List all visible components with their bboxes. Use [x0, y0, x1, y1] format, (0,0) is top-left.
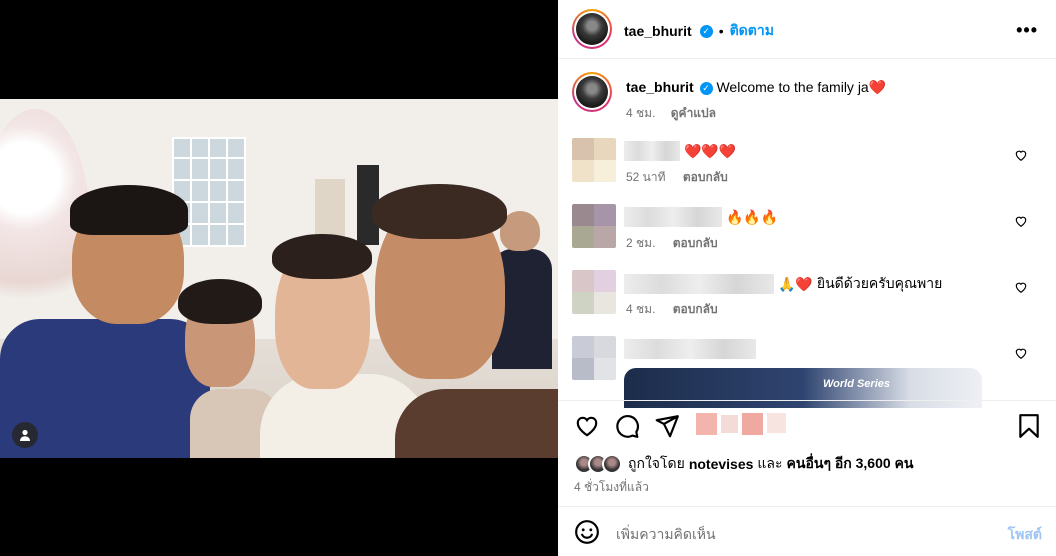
comment-time: 4 ชม.	[626, 302, 656, 316]
reply-button[interactable]: ตอบกลับ	[673, 302, 718, 316]
follow-button[interactable]: ติดตาม	[730, 20, 774, 42]
post-sidebar: tae_bhurit ✓ • ติดตาม ••• tae_bhurit ✓ W…	[558, 0, 1056, 556]
separator-dot: •	[718, 23, 724, 39]
photo-person-4-hair	[372, 184, 507, 239]
comment-time: 52 นาที	[626, 170, 666, 184]
comment-meta: 2 ชม. ตอบกลับ	[626, 234, 718, 253]
comment-username-redacted[interactable]	[624, 274, 774, 294]
translate-link[interactable]: ดูคำแปล	[671, 106, 716, 120]
liker-username[interactable]: notevises	[689, 456, 754, 472]
comment-meta: 4 ชม. ตอบกลับ	[626, 300, 718, 319]
comment-input[interactable]: เพิ่มความคิดเห็น	[616, 524, 716, 546]
liker-avatars[interactable]	[574, 454, 622, 474]
verified-badge-icon: ✓	[699, 24, 713, 38]
comment-text-row: 🔥🔥🔥	[624, 207, 778, 227]
comment-text: ยินดีด้วยครับคุณพาย	[816, 275, 943, 291]
thumbnail-logo: World Series	[822, 378, 890, 390]
reply-button[interactable]: ตอบกลับ	[673, 236, 718, 250]
caption-text: Welcome to the family ja	[716, 79, 869, 95]
caption-text-row: tae_bhurit ✓ Welcome to the family ja❤️	[626, 79, 886, 96]
likes-others[interactable]: คนอื่นๆ อีก 3,600 คน	[787, 453, 914, 475]
post-comment-button[interactable]: โพสต์	[1008, 524, 1042, 546]
comment-avatar[interactable]	[572, 138, 616, 182]
comment-icon[interactable]	[614, 413, 640, 439]
send-icon[interactable]	[654, 413, 680, 439]
smiley-icon[interactable]	[574, 519, 600, 545]
caption-time: 4 ชม.	[626, 106, 656, 120]
comment-text-row	[624, 339, 756, 359]
likes-summary: ถูกใจโดย notevises และ คนอื่นๆ อีก 3,600…	[574, 454, 914, 474]
comment-avatar[interactable]	[572, 336, 616, 380]
post-photo[interactable]	[0, 99, 558, 458]
verified-badge-icon: ✓	[699, 81, 713, 95]
author-avatar[interactable]	[572, 9, 612, 49]
comment-like-icon[interactable]	[1014, 346, 1028, 360]
comment-time: 2 ชม.	[626, 236, 656, 250]
user-icon	[20, 429, 30, 441]
likes-prefix: ถูกใจโดย	[628, 455, 685, 471]
heart-icon[interactable]	[574, 413, 600, 439]
caption-emoji: ❤️	[868, 79, 887, 95]
comment-text-row: 🙏❤️ ยินดีด้วยครับคุณพาย	[624, 273, 942, 295]
photo-person-1-hair	[70, 185, 188, 235]
photo-person-3-hair	[272, 234, 372, 279]
comment-like-icon[interactable]	[1014, 280, 1028, 294]
comment-meta: 52 นาที ตอบกลับ	[626, 168, 728, 187]
post-media	[0, 0, 558, 556]
photo-person-2-hair	[178, 279, 262, 324]
more-options-icon[interactable]: •••	[1016, 20, 1038, 41]
caption-avatar[interactable]	[572, 72, 612, 112]
author-username[interactable]: tae_bhurit	[624, 23, 692, 39]
comment-emoji: 🔥🔥🔥	[726, 208, 779, 225]
tagged-users-button[interactable]	[12, 422, 38, 448]
comment-emoji: 🙏❤️	[778, 275, 813, 292]
comment-username-redacted[interactable]	[624, 339, 756, 359]
comment-avatar[interactable]	[572, 270, 616, 314]
comment-item: 🙏❤️ ยินดีด้วยครับคุณพาย 4 ชม. ตอบกลับ	[572, 270, 1042, 326]
caption-username[interactable]: tae_bhurit	[626, 79, 694, 95]
post-actions	[558, 400, 1056, 450]
comment-item: ❤️❤️❤️ 52 นาที ตอบกลับ	[572, 138, 1042, 194]
redacted-action-area	[696, 413, 786, 439]
post-timestamp[interactable]: 4 ชั่วโมงที่แล้ว	[574, 478, 649, 497]
add-comment-bar: เพิ่มความคิดเห็น โพสต์	[558, 506, 1056, 556]
comment-like-icon[interactable]	[1014, 214, 1028, 228]
comment-username-redacted[interactable]	[624, 207, 722, 227]
comment-username-redacted[interactable]	[624, 141, 680, 161]
comment-text-row: ❤️❤️❤️	[624, 141, 736, 161]
likes-mid: และ	[757, 455, 783, 471]
comment-item: 🔥🔥🔥 2 ชม. ตอบกลับ	[572, 204, 1042, 260]
comment-like-icon[interactable]	[1014, 148, 1028, 162]
bookmark-icon[interactable]	[1016, 413, 1042, 439]
photo-person-4-body	[395, 389, 558, 458]
reply-button[interactable]: ตอบกลับ	[683, 170, 728, 184]
post-header: tae_bhurit ✓ • ติดตาม •••	[558, 0, 1056, 59]
comment-emoji: ❤️❤️❤️	[684, 142, 737, 159]
comment-avatar[interactable]	[572, 204, 616, 248]
caption-meta: 4 ชม. ดูคำแปล	[626, 104, 716, 123]
